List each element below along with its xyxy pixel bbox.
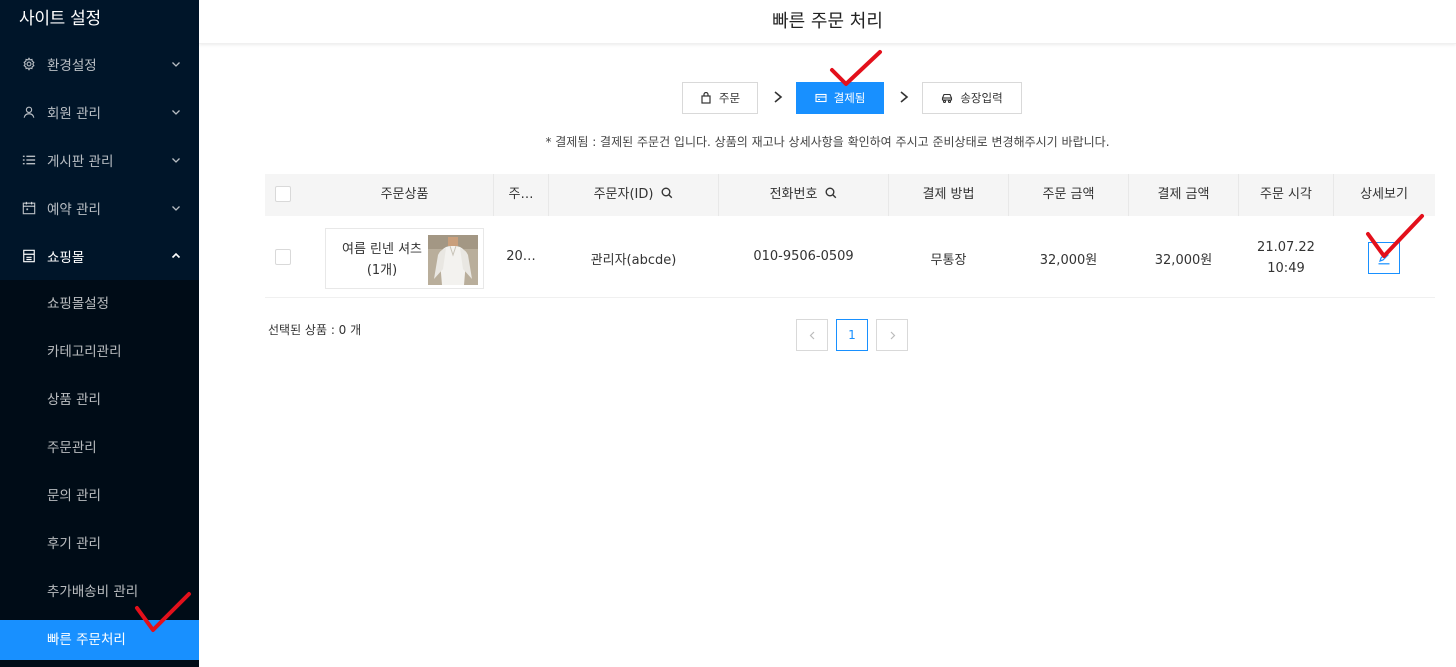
product-cell[interactable]: 여름 린넨 셔츠 (1개) bbox=[325, 228, 484, 289]
column-header-product: 주문상품 bbox=[380, 187, 429, 202]
column-header-payment-method: 결제 방법 bbox=[922, 187, 975, 202]
chevron-down-icon bbox=[172, 158, 180, 163]
column-header-detail: 상세보기 bbox=[1360, 187, 1408, 202]
order-date-text: 21.07.22 bbox=[1257, 240, 1315, 255]
submenu-item-reviews[interactable]: 후기 관리 bbox=[0, 524, 199, 564]
product-quantity: (1개) bbox=[366, 263, 398, 278]
menu-item-settings[interactable]: 환경설정 bbox=[0, 40, 199, 88]
menu-label: 게시판 관리 bbox=[47, 154, 114, 170]
product-thumbnail bbox=[428, 235, 478, 285]
view-detail-button[interactable] bbox=[1368, 242, 1400, 274]
credit-card-icon bbox=[815, 93, 827, 103]
table-header: 주문상품 주… 주문자(ID) 전화번호 결제 방법 주문 금액 결제 금액 주… bbox=[265, 174, 1435, 216]
submenu-item-orders[interactable]: 주문관리 bbox=[0, 428, 199, 468]
submenu-item-category[interactable]: 카테고리관리 bbox=[0, 332, 199, 372]
paid-amount: 32,000원 bbox=[1154, 253, 1213, 268]
column-header-order-amount: 주문 금액 bbox=[1042, 187, 1095, 202]
product-title: 여름 린넨 셔츠 bbox=[341, 242, 423, 257]
menu-item-shop[interactable]: 쇼핑몰 bbox=[0, 232, 199, 280]
order-number: 20… bbox=[506, 249, 536, 264]
user-icon bbox=[22, 105, 36, 119]
step-label: 주문 bbox=[718, 91, 741, 105]
menu-label: 쇼핑몰 bbox=[47, 250, 85, 266]
chevron-right-icon bbox=[900, 91, 909, 103]
submenu-item-inquiries[interactable]: 문의 관리 bbox=[0, 476, 199, 516]
menu-label: 회원 관리 bbox=[47, 106, 101, 122]
column-label: 주문자(ID) bbox=[593, 187, 654, 202]
chevron-right-icon bbox=[774, 91, 783, 103]
submenu-item-products[interactable]: 상품 관리 bbox=[0, 380, 199, 420]
step-order-button[interactable]: 주문 bbox=[682, 82, 758, 114]
chevron-down-icon bbox=[172, 110, 180, 115]
shop-icon bbox=[22, 249, 36, 263]
menu-label: 예약 관리 bbox=[47, 202, 101, 218]
select-all-checkbox[interactable] bbox=[275, 186, 291, 202]
calendar-icon bbox=[22, 201, 36, 215]
search-icon[interactable] bbox=[825, 187, 837, 199]
chevron-down-icon bbox=[172, 62, 180, 67]
step-label: 결제됨 bbox=[833, 91, 866, 105]
column-header-phone[interactable]: 전화번호 bbox=[719, 174, 888, 216]
selected-count: 선택된 상품 : 0 개 bbox=[268, 323, 362, 337]
chevron-down-icon bbox=[172, 206, 180, 211]
order-time-text: 10:49 bbox=[1267, 261, 1305, 276]
row-checkbox[interactable] bbox=[275, 249, 291, 265]
app: 사이트 설정 환경설정 회원 관리 게시판 관리 예약 관리 쇼핑몰 쇼핑몰설정… bbox=[0, 0, 1456, 667]
column-label: 전화번호 bbox=[769, 187, 818, 202]
pagination-prev-button[interactable] bbox=[796, 319, 828, 351]
bag-icon bbox=[701, 92, 711, 104]
list-icon bbox=[22, 153, 36, 167]
page-title: 빠른 주문 처리 bbox=[772, 11, 883, 32]
order-amount: 32,000원 bbox=[1039, 253, 1098, 268]
menu-item-board[interactable]: 게시판 관리 bbox=[0, 136, 199, 184]
column-header-order-time: 주문 시각 bbox=[1260, 187, 1312, 202]
payment-method: 무통장 bbox=[930, 253, 967, 268]
menu-item-reservation[interactable]: 예약 관리 bbox=[0, 184, 199, 232]
submenu-item-shop-settings[interactable]: 쇼핑몰설정 bbox=[0, 284, 199, 324]
pagination-next-button[interactable] bbox=[876, 319, 908, 351]
submenu-item-shipping-fee[interactable]: 추가배송비 관리 bbox=[0, 572, 199, 612]
chevron-left-icon bbox=[809, 331, 814, 340]
chevron-up-icon bbox=[171, 252, 181, 259]
sidebar-title: 사이트 설정 bbox=[19, 9, 101, 29]
submenu-item-quick-order[interactable]: 빠른 주문처리 bbox=[0, 620, 199, 660]
step-label: 송장입력 bbox=[960, 91, 1003, 105]
menu-label: 환경설정 bbox=[47, 58, 97, 74]
step-paid-button[interactable]: 결제됨 bbox=[796, 82, 884, 114]
order-time: 21.07.22 10:49 bbox=[1239, 237, 1333, 279]
menu-item-members[interactable]: 회원 관리 bbox=[0, 88, 199, 136]
sidebar: 사이트 설정 환경설정 회원 관리 게시판 관리 예약 관리 쇼핑몰 쇼핑몰설정… bbox=[0, 0, 199, 667]
column-header-order-no: 주… bbox=[508, 187, 534, 202]
shop-submenu: 쇼핑몰설정 카테고리관리 상품 관리 주문관리 문의 관리 후기 관리 추가배송… bbox=[0, 280, 199, 667]
edit-icon bbox=[1378, 252, 1390, 265]
column-header-paid-amount: 결제 금액 bbox=[1157, 187, 1210, 202]
column-header-orderer[interactable]: 주문자(ID) bbox=[549, 174, 718, 216]
product-name: 여름 린넨 셔츠 (1개) bbox=[334, 239, 430, 281]
status-notice: * 결제됨 : 결제된 주문건 입니다. 상품의 재고나 상세사항을 확인하여 … bbox=[545, 135, 1110, 149]
orderer-id: 관리자(abcde) bbox=[590, 253, 677, 268]
page-header: 빠른 주문 처리 bbox=[199, 0, 1456, 44]
table-row: 여름 린넨 셔츠 (1개) 20… 관리자(abcde) 010-9506-05… bbox=[265, 216, 1435, 298]
search-icon[interactable] bbox=[661, 187, 673, 199]
phone-number: 010-9506-0509 bbox=[753, 249, 854, 264]
pagination-page-button[interactable]: 1 bbox=[836, 319, 868, 351]
chevron-right-icon bbox=[890, 331, 895, 340]
gear-icon bbox=[22, 57, 36, 71]
step-invoice-button[interactable]: 송장입력 bbox=[922, 82, 1022, 114]
car-icon bbox=[942, 93, 953, 104]
